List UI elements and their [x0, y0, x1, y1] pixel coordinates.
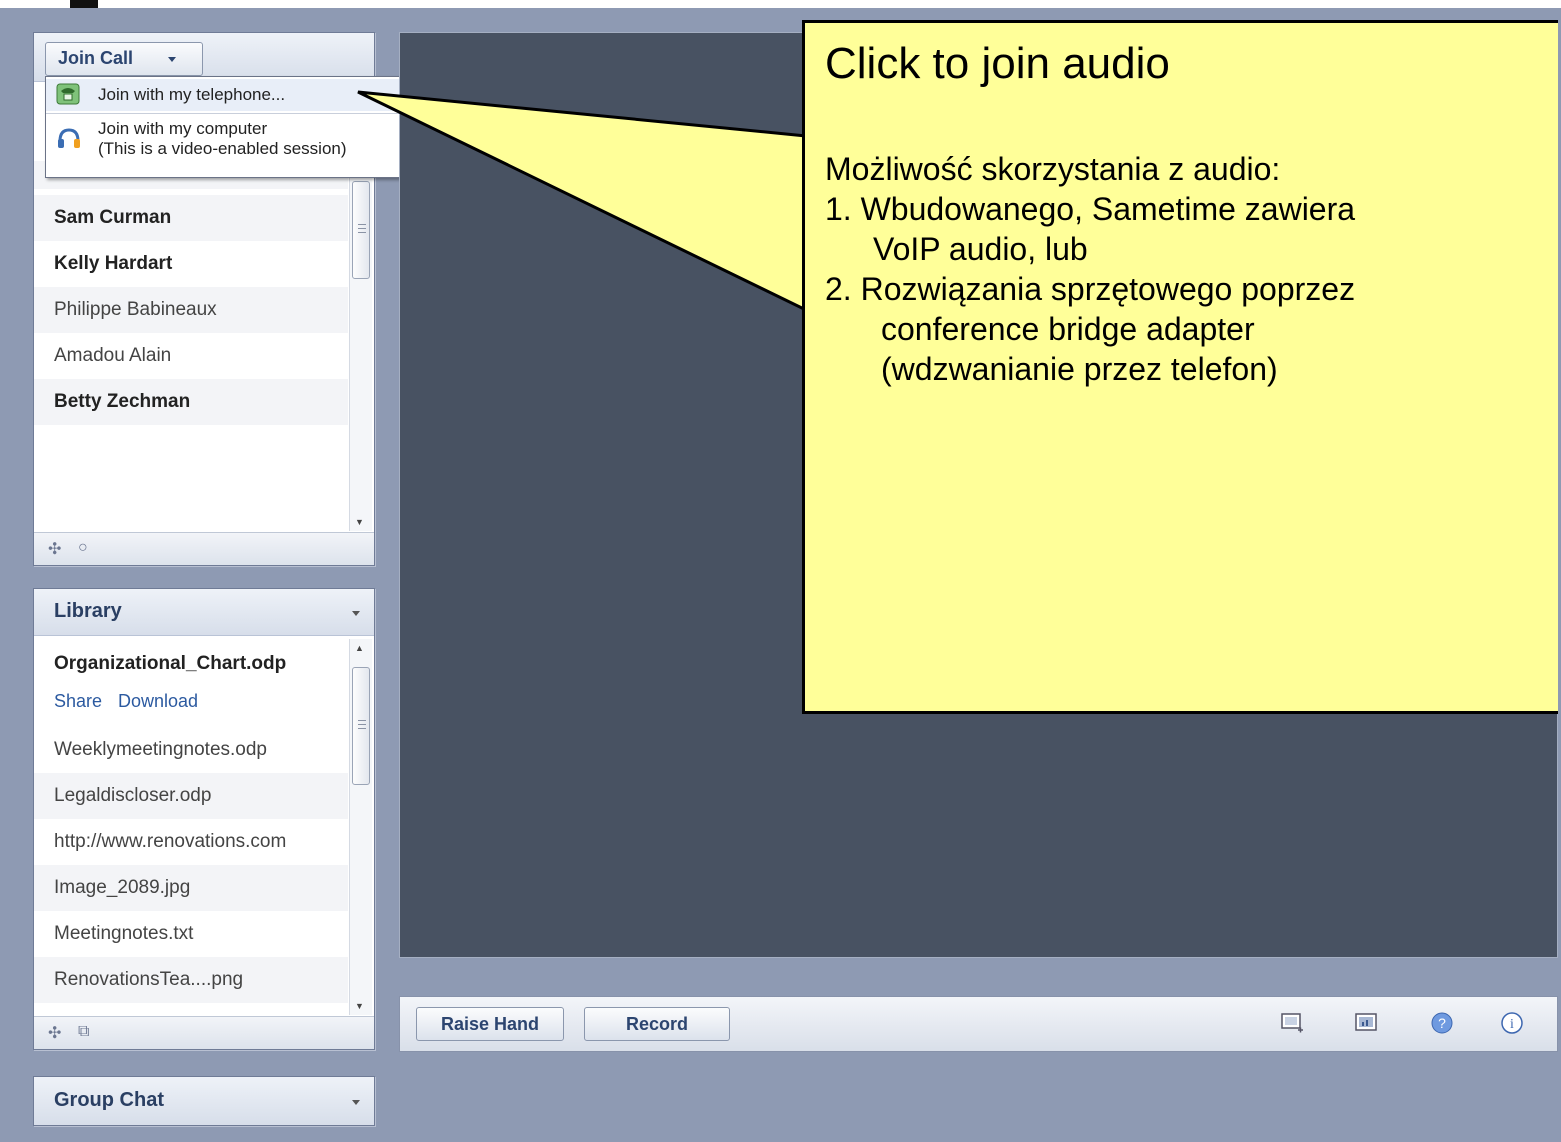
callout-item-2-cont2: (wdzwanianie przez telefon) — [881, 351, 1278, 387]
participants-scroll-thumb[interactable] — [352, 181, 370, 279]
callout-body: Możliwość skorzystania z audio: 1. Wbudo… — [825, 149, 1355, 389]
menu-item-join-telephone[interactable]: Join with my telephone... — [46, 79, 400, 111]
callout-item-2-cont: conference bridge adapter — [881, 311, 1255, 347]
meeting-toolbar: Raise Hand Record ? i — [399, 996, 1558, 1052]
menu-item-label: Join with my computer — [98, 119, 268, 138]
participants-panel-footer: ✣ ○ — [34, 532, 374, 565]
group-chat-title: Group Chat — [54, 1089, 164, 1111]
callout-item-1: 1. Wbudowanego, Sametime zawiera — [825, 191, 1356, 227]
search-icon[interactable]: ○ — [78, 539, 88, 557]
chevron-down-icon[interactable] — [352, 1100, 360, 1105]
share-link[interactable]: Share — [54, 691, 102, 712]
screen-add-icon[interactable] — [1280, 1011, 1304, 1035]
copy-icon[interactable]: ⧉ — [78, 1023, 89, 1041]
callout-item-2: 2. Rozwiązania sprzętowego poprzez — [825, 271, 1356, 307]
headset-icon — [56, 127, 82, 156]
library-scroll-thumb[interactable] — [352, 667, 370, 785]
participant-row[interactable]: Sam Curman — [34, 195, 348, 241]
top-strip — [0, 0, 1561, 8]
participants-list: Sam Curman Kelly Hardart Philippe Babineau… — [34, 195, 348, 425]
participant-row[interactable]: Amadou Alain — [34, 333, 348, 379]
callout-box: Click to join audio Możliwość skorzystan… — [802, 20, 1558, 714]
top-mark — [70, 0, 98, 8]
library-panel-footer: ✣ ⧉ — [34, 1016, 374, 1049]
library-file-item[interactable]: http://www.renovations.com — [34, 819, 348, 865]
menu-item-label: Join with my telephone... — [98, 85, 286, 104]
svg-text:i: i — [1510, 1017, 1514, 1032]
record-button[interactable]: Record — [584, 1007, 730, 1041]
library-file-item[interactable]: Weeklymeetingnotes.odp — [34, 727, 348, 773]
participant-row[interactable]: Kelly Hardart — [34, 241, 348, 287]
library-title: Library — [54, 600, 122, 622]
participant-row[interactable]: Philippe Babineaux — [34, 287, 348, 333]
scroll-down-arrow-icon[interactable]: ▼ — [355, 517, 364, 527]
download-link[interactable]: Download — [118, 691, 198, 712]
chevron-down-icon — [168, 57, 176, 62]
group-chat-panel[interactable]: Group Chat — [33, 1076, 375, 1126]
join-call-menu: Join with my telephone... Join with my c… — [45, 76, 401, 178]
telephone-icon — [56, 83, 80, 110]
join-call-label: Join Call — [58, 48, 134, 68]
add-icon[interactable]: ✣ — [48, 539, 61, 559]
library-file-item[interactable]: Meetingnotes.txt — [34, 911, 348, 957]
add-icon[interactable]: ✣ — [48, 1023, 61, 1043]
callout-item-1-cont: VoIP audio, lub — [873, 231, 1088, 267]
info-icon[interactable]: i — [1500, 1011, 1524, 1035]
participants-scrollbar[interactable]: ▼ — [349, 173, 372, 531]
library-file-item[interactable]: Legaldiscloser.odp — [34, 773, 348, 819]
scroll-up-arrow-icon[interactable]: ▲ — [355, 643, 364, 653]
library-file-item[interactable]: RenovationsTea....png — [34, 957, 348, 1003]
callout-title: Click to join audio — [825, 39, 1170, 88]
callout-intro: Możliwość skorzystania z audio: — [825, 151, 1281, 187]
chevron-down-icon[interactable] — [352, 611, 360, 616]
menu-separator — [46, 113, 400, 114]
library-panel-header[interactable]: Library — [34, 589, 374, 636]
join-call-button[interactable]: Join Call — [45, 42, 203, 76]
presentation-icon[interactable] — [1354, 1011, 1378, 1035]
menu-item-join-computer[interactable]: Join with my computer (This is a video-e… — [46, 117, 400, 173]
selected-file-name: Organizational_Chart.odp — [54, 653, 287, 674]
scroll-down-arrow-icon[interactable]: ▼ — [355, 1001, 364, 1011]
library-file-item[interactable]: Image_2089.jpg — [34, 865, 348, 911]
menu-item-sublabel: (This is a video-enabled session) — [98, 139, 347, 158]
library-list: Organizational_Chart.odp Share Download … — [34, 639, 348, 1003]
library-scrollbar[interactable]: ▲ ▼ — [349, 639, 372, 1015]
svg-text:?: ? — [1438, 1015, 1446, 1031]
participant-row[interactable]: Betty Zechman — [34, 379, 348, 425]
library-panel: Library Organizational_Chart.odp Share D… — [33, 588, 375, 1050]
group-chat-header[interactable]: Group Chat — [34, 1077, 374, 1125]
help-icon[interactable]: ? — [1430, 1011, 1454, 1035]
raise-hand-button[interactable]: Raise Hand — [416, 1007, 564, 1041]
library-selected-item[interactable]: Organizational_Chart.odp Share Download — [34, 639, 348, 727]
